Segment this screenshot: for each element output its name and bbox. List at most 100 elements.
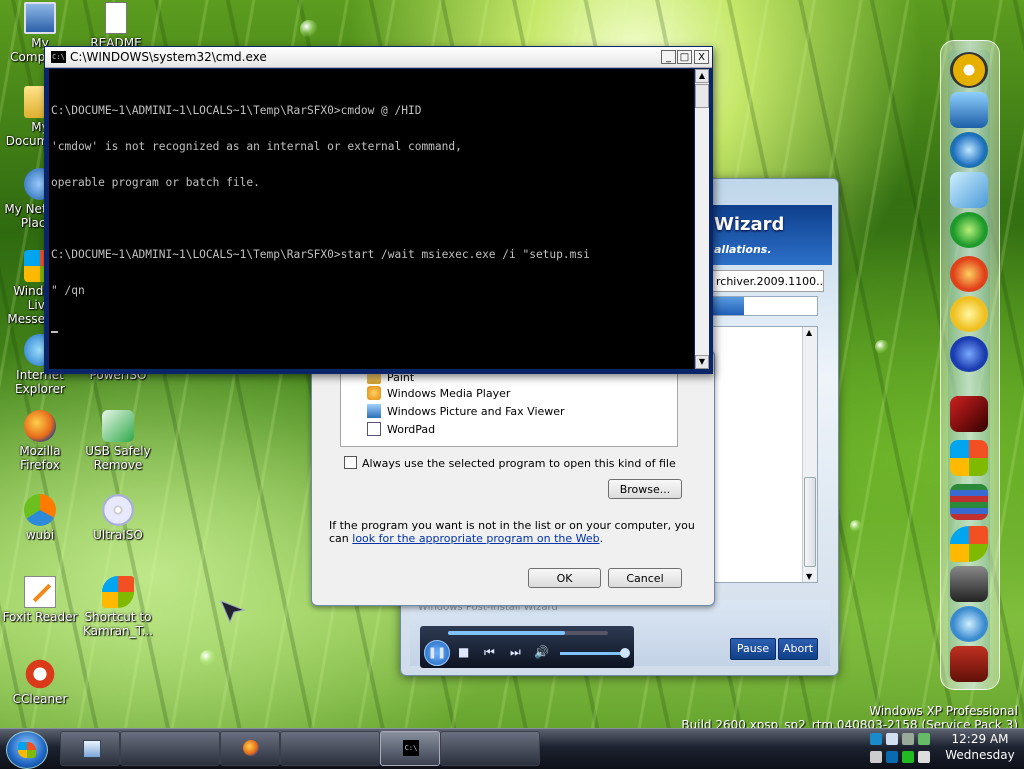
game-icon[interactable] (950, 396, 988, 432)
tray-tu-icon[interactable] (886, 751, 898, 763)
smiley-icon[interactable] (950, 296, 988, 332)
scroll-thumb[interactable] (804, 477, 816, 567)
usb-icon (102, 410, 134, 442)
seek-bar[interactable] (448, 631, 608, 635)
previous-icon[interactable]: ⏮ (484, 645, 495, 660)
document-icon (105, 2, 127, 34)
clock-time: 12:29 AM (951, 732, 1009, 746)
windows-xp-icon (102, 576, 134, 608)
stop-icon[interactable]: ■ (458, 645, 469, 659)
tray-app-icon[interactable] (918, 733, 930, 745)
cmd-scrollbar[interactable]: ▲ ▼ (695, 69, 709, 369)
taskbar-button-firefox[interactable] (220, 731, 280, 766)
network-icon[interactable] (950, 566, 988, 602)
console-cursor-line (51, 321, 694, 333)
desktop-icon-ultraiso[interactable]: UltraISO (78, 494, 158, 542)
taskbar-clock[interactable]: 12:29 AM Wednesday (942, 731, 1018, 763)
pause-icon[interactable]: ❚❚ (424, 640, 450, 666)
tray-usb-icon[interactable] (918, 751, 930, 763)
cmd-console[interactable]: C:\DOCUME~1\ADMINI~1\LOCALS~1\Temp\RarSF… (49, 69, 694, 369)
ok-button[interactable]: OK (528, 568, 601, 588)
show-desktop-icon (83, 740, 101, 758)
taskbar-button-cmd[interactable]: C:\ (380, 731, 440, 766)
cmd-title: C:\WINDOWS\system32\cmd.exe (70, 50, 267, 64)
program-item-picture-viewer[interactable]: Windows Picture and Fax Viewer (367, 404, 565, 418)
wubi-icon (24, 494, 56, 526)
start-button[interactable] (6, 731, 48, 769)
scroll-down-icon[interactable]: ▼ (806, 572, 812, 581)
scroll-down-icon[interactable]: ▼ (695, 355, 709, 369)
wizard-log-scrollbar[interactable]: ▲ ▼ (802, 327, 817, 582)
tools-icon[interactable] (950, 606, 988, 642)
abort-button[interactable]: Abort (778, 638, 818, 660)
always-use-checkbox-row[interactable]: Always use the selected program to open … (344, 456, 676, 470)
taskbar-quicklaunch[interactable] (60, 731, 120, 766)
volume-icon[interactable]: 🔊 (534, 645, 549, 659)
robot-icon[interactable] (950, 646, 988, 682)
desktop-icon-ccleaner[interactable]: CCleaner (0, 658, 80, 706)
program-item-media-player[interactable]: Windows Media Player (367, 386, 510, 400)
program-list[interactable]: Paint Windows Media Player Windows Pictu… (340, 365, 678, 447)
tray-tool-icon[interactable] (902, 733, 914, 745)
always-use-label: Always use the selected program to open … (362, 457, 676, 470)
browse-button[interactable]: Browse... (608, 479, 682, 499)
console-line: operable program or batch file. (51, 176, 260, 189)
volume-knob[interactable] (620, 648, 630, 658)
cd-icon (102, 494, 134, 526)
program-label: WordPad (387, 423, 436, 436)
desktop-icon-usb-safely-remove[interactable]: USB Safely Remove (78, 410, 158, 472)
taskbar-button-empty[interactable] (120, 731, 220, 766)
messenger-icon[interactable] (950, 336, 988, 372)
media-player-controls: ❚❚ ■ ⏮ ⏭ 🔊 (420, 626, 634, 668)
desktop-icon-wubi[interactable]: wubi (0, 494, 80, 542)
always-use-checkbox[interactable] (344, 456, 357, 469)
windows-xp-icon[interactable] (950, 526, 988, 562)
cmd-title-bar[interactable]: C:\ C:\WINDOWS\system32\cmd.exe _ □ X (45, 47, 712, 68)
scroll-up-icon[interactable]: ▲ (695, 69, 709, 83)
taskbar-button-empty[interactable] (280, 731, 380, 766)
tray-network-icon[interactable] (870, 733, 882, 745)
next-icon[interactable]: ⏭ (510, 645, 521, 660)
desktop-icon-label: UltraISO (93, 528, 143, 542)
cmd-icon: C:\ (403, 740, 419, 756)
wordpad-icon (367, 422, 381, 436)
tray-volume-icon[interactable] (870, 751, 882, 763)
monitor-icon[interactable] (950, 92, 988, 128)
internet-explorer-icon[interactable] (950, 212, 988, 248)
desktop-icon-firefox[interactable]: Mozilla Firefox (0, 410, 80, 472)
desktop-icon-foxit-reader[interactable]: Foxit Reader (0, 576, 80, 624)
books-icon[interactable] (950, 484, 988, 520)
web-search-link[interactable]: look for the appropriate program on the … (352, 532, 599, 545)
seek-fill (448, 631, 565, 635)
cmd-icon: C:\ (51, 51, 66, 63)
minimize-button[interactable]: _ (661, 50, 676, 64)
firefox-icon (243, 740, 259, 756)
open-with-info: If the program you want is not in the li… (329, 519, 701, 545)
scroll-up-icon[interactable]: ▲ (806, 328, 812, 337)
program-item-wordpad[interactable]: WordPad (367, 422, 435, 436)
pause-button[interactable]: Pause (730, 638, 776, 660)
desktop-icon-readme[interactable]: README (76, 2, 156, 50)
windows-flag-icon[interactable] (950, 440, 988, 476)
tray-shield-icon[interactable] (902, 751, 914, 763)
taskbar-button-empty[interactable] (440, 731, 540, 766)
wizard-progress-bar (712, 296, 818, 316)
globe-icon[interactable] (950, 132, 988, 168)
wizard-log-list[interactable]: ▲ ▼ (712, 326, 818, 583)
wallpaper-droplet (850, 520, 862, 532)
desktop-icon-label: USB Safely Remove (85, 444, 151, 472)
volume-slider[interactable] (560, 648, 630, 658)
cmd-window[interactable]: C:\ C:\WINDOWS\system32\cmd.exe _ □ X C:… (44, 46, 713, 374)
cancel-button[interactable]: Cancel (608, 568, 682, 588)
desktop-icon-kamran-shortcut[interactable]: Shortcut to Kamran_T... (78, 576, 158, 638)
console-line: C:\DOCUME~1\ADMINI~1\LOCALS~1\Temp\RarSF… (51, 248, 590, 261)
tray-monitor-icon[interactable] (886, 733, 898, 745)
media-player-icon[interactable] (950, 256, 988, 292)
scroll-thumb[interactable] (695, 84, 709, 108)
maximize-button[interactable]: □ (677, 50, 692, 64)
foxit-icon (24, 576, 56, 608)
chat-icon[interactable] (950, 52, 988, 88)
close-button[interactable]: X (694, 50, 709, 64)
media-icon[interactable] (950, 172, 988, 208)
